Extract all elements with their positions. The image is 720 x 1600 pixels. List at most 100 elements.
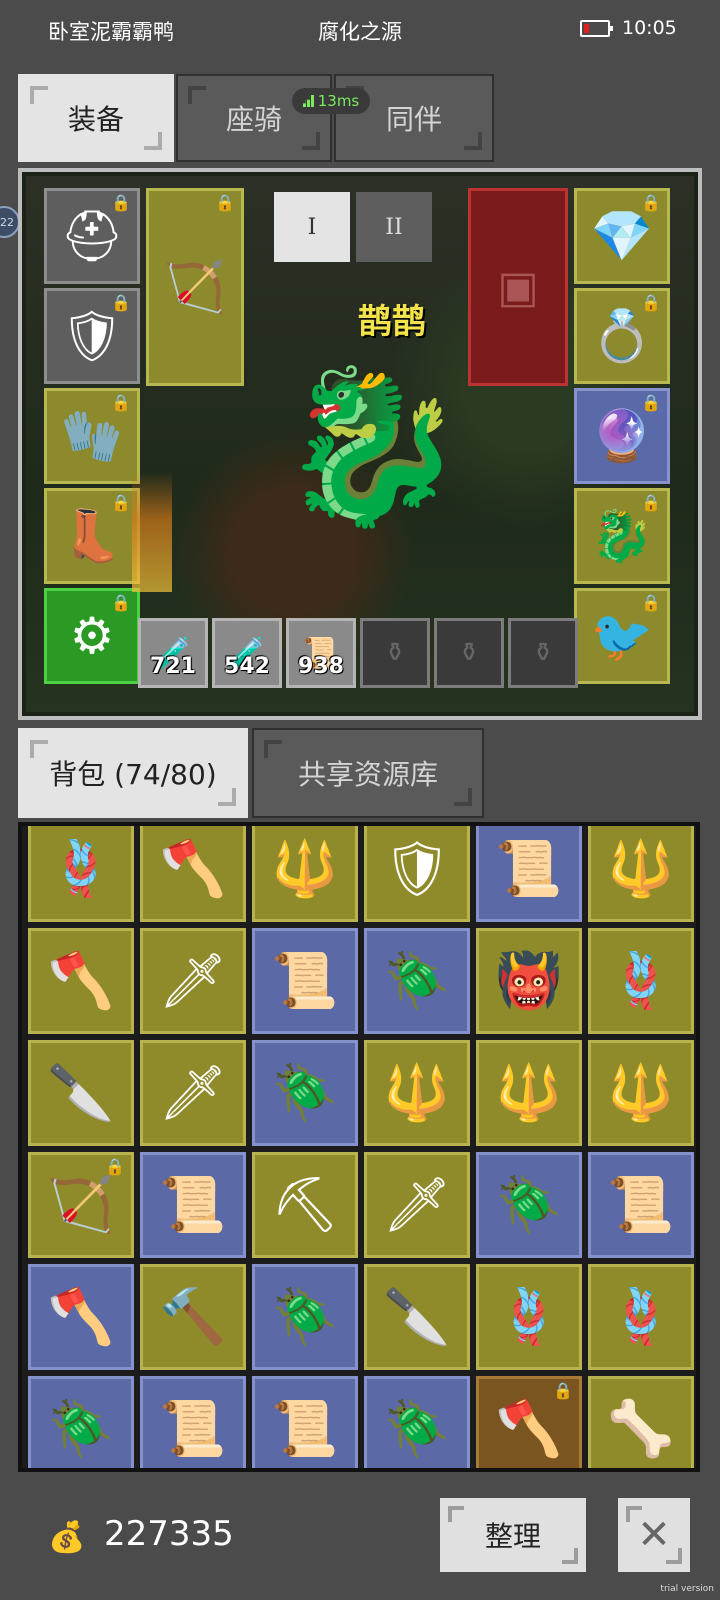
lock-icon: 🔒 <box>111 193 131 212</box>
bag-item-slot[interactable]: 🪓 <box>28 928 134 1034</box>
campfire <box>132 472 172 592</box>
ping-indicator: 13ms <box>292 88 370 114</box>
floating-assist-button[interactable]: 22 <box>0 206 20 238</box>
scroll-card-icon: 📜 <box>495 837 563 900</box>
watermark: trial version <box>660 1584 714 1594</box>
bag-item-slot[interactable]: 📜 <box>252 928 358 1034</box>
equip-slot-accessory[interactable]: ⚙ 🔒 <box>44 588 140 684</box>
scroll-card-icon: 📜 <box>607 1173 675 1236</box>
coil-icon: 🪢 <box>47 837 115 900</box>
consumable-slot-1[interactable]: 🧪 721 <box>138 618 208 688</box>
equip-slot-necklace[interactable]: 💎 🔒 <box>574 188 670 284</box>
equip-slot-gloves[interactable]: 🧤 🔒 <box>44 388 140 484</box>
equipment-panel: ⛑ 🔒 🛡 🔒 🧤 🔒 👢 🔒 ⚙ 🔒 🏹 🔒 I II ▣ 鹊鹊 🐉 💎 🔒 💍 🔒 🔮 🔒 🐉… <box>18 168 702 720</box>
close-button[interactable]: ✕ <box>618 1498 690 1572</box>
magpie-pet-icon: 🐦 <box>590 606 654 665</box>
consumable-slot-empty-6[interactable]: ⚱ <box>508 618 578 688</box>
bag-item-slot[interactable]: 👹 <box>476 928 582 1034</box>
clock: 10:05 <box>622 17 677 39</box>
bag-item-slot[interactable]: 🪲 <box>28 1376 134 1468</box>
scarab-icon: 🪲 <box>383 949 451 1012</box>
equip-slot-pet[interactable]: 🐦 🔒 <box>574 588 670 684</box>
spear-icon: 🔱 <box>495 1061 563 1124</box>
bag-item-slot[interactable]: ⛏ <box>252 1152 358 1258</box>
tab-equipment[interactable]: 装备 <box>18 74 174 162</box>
bag-item-slot[interactable]: 🪲 <box>364 1376 470 1468</box>
lock-icon: 🔒 <box>215 193 235 212</box>
equip-slot-mount[interactable]: 🐉 🔒 <box>574 488 670 584</box>
scarab-icon: 🪲 <box>47 1397 115 1460</box>
bag-item-slot[interactable]: 🗡 <box>364 1152 470 1258</box>
trident-icon: 🔱 <box>607 837 675 900</box>
bag-item-slot[interactable]: 🛡 <box>364 826 470 922</box>
bag-item-slot[interactable]: 🔱 <box>588 826 694 922</box>
sort-button[interactable]: 整理 <box>440 1498 586 1572</box>
horned-helm-icon: 👹 <box>495 949 563 1012</box>
bag-item-slot[interactable]: 🗡 <box>140 1040 246 1146</box>
lock-icon: 🔒 <box>641 593 661 612</box>
bag-item-slot[interactable]: 🪲 <box>476 1152 582 1258</box>
bag-item-slot[interactable]: 🏹 🔒 <box>28 1152 134 1258</box>
bag-item-slot[interactable]: 🔨 <box>140 1264 246 1370</box>
bag-item-slot[interactable]: 🗡 <box>140 928 246 1034</box>
bag-item-slot[interactable]: 🪲 <box>252 1040 358 1146</box>
lock-icon: 🔒 <box>641 193 661 212</box>
bag-item-slot[interactable]: 📜 <box>252 1376 358 1468</box>
bag-item-slot[interactable]: 🪢 <box>476 1264 582 1370</box>
bag-item-slot[interactable]: 📜 <box>588 1152 694 1258</box>
purple-ring-icon: 🔮 <box>590 406 654 465</box>
gauntlet-icon: 🧤 <box>60 406 124 465</box>
bag-item-slot[interactable]: 🦴 <box>588 1376 694 1468</box>
page-button-1[interactable]: I <box>274 192 350 262</box>
bag-item-slot[interactable]: 🪓 🔒 <box>476 1376 582 1468</box>
bone-armor-icon: 🦴 <box>607 1397 675 1460</box>
bag-item-slot[interactable]: 🪓 <box>28 1264 134 1370</box>
scarab-icon: 🪲 <box>271 1061 339 1124</box>
pickaxe-icon: ⛏ <box>270 1173 340 1236</box>
bag-item-slot[interactable]: 🔪 <box>28 1040 134 1146</box>
ping-value: 13ms <box>317 92 360 110</box>
lock-icon: 🔒 <box>111 593 131 612</box>
battery-icon <box>580 20 613 37</box>
gear-icon: ⚙ <box>69 607 115 665</box>
equip-slot-ring-1[interactable]: 💍 🔒 <box>574 288 670 384</box>
character-on-dragon: 🐉 <box>278 360 466 534</box>
consumable-slot-2[interactable]: 🧪 542 <box>212 618 282 688</box>
empty-potion-icon: ⚱ <box>532 638 554 668</box>
bag-item-slot[interactable]: 🔱 <box>588 1040 694 1146</box>
equip-slot-boots[interactable]: 👢 🔒 <box>44 488 140 584</box>
bag-item-slot[interactable]: 🪲 <box>364 928 470 1034</box>
bag-item-slot[interactable]: 🪓 <box>140 826 246 922</box>
equip-slot-weapon[interactable]: 🏹 🔒 <box>146 188 244 386</box>
bag-item-slot[interactable]: 🔪 <box>364 1264 470 1370</box>
consumable-slot-empty-4[interactable]: ⚱ <box>360 618 430 688</box>
equip-slot-helmet[interactable]: ⛑ 🔒 <box>44 188 140 284</box>
signal-icon <box>302 95 315 107</box>
lock-icon: 🔒 <box>111 293 131 312</box>
consumable-slot-3[interactable]: 📜 938 <box>286 618 356 688</box>
mace-icon: 🔨 <box>159 1285 227 1348</box>
bag-item-slot[interactable]: 📜 <box>476 826 582 922</box>
crossbow-icon: 🏹 <box>163 257 227 316</box>
tab-backpack[interactable]: 背包 (74/80) <box>18 728 248 818</box>
status-bar: 腐化之源 卧室泥霸霸鸭 10:05 <box>0 0 720 60</box>
page-button-2[interactable]: II <box>356 192 432 262</box>
bag-item-slot[interactable]: 🪢 <box>588 1264 694 1370</box>
tab-shared-storage[interactable]: 共享资源库 <box>252 728 484 818</box>
bag-item-slot[interactable]: 🔱 <box>364 1040 470 1146</box>
bag-item-slot[interactable]: 📜 <box>140 1152 246 1258</box>
bag-item-slot[interactable]: 🪢 <box>28 826 134 922</box>
bag-item-slot[interactable]: 🔱 <box>252 826 358 922</box>
scroll-card-icon: 📜 <box>271 1397 339 1460</box>
character-name: 鹊鹊 <box>358 302 426 342</box>
bag-item-slot[interactable]: 🪲 <box>252 1264 358 1370</box>
bag-item-slot[interactable]: 🪢 <box>588 928 694 1034</box>
bag-item-slot[interactable]: 🔱 <box>476 1040 582 1146</box>
equip-slot-ring-2[interactable]: 🔮 🔒 <box>574 388 670 484</box>
lock-icon: 🔒 <box>111 393 131 412</box>
consumable-slot-empty-5[interactable]: ⚱ <box>434 618 504 688</box>
sword-icon: 🗡 <box>382 1173 452 1236</box>
bag-item-slot[interactable]: 📜 <box>140 1376 246 1468</box>
equip-slot-armor[interactable]: 🛡 🔒 <box>44 288 140 384</box>
sword-icon: 🗡 <box>158 1061 228 1124</box>
